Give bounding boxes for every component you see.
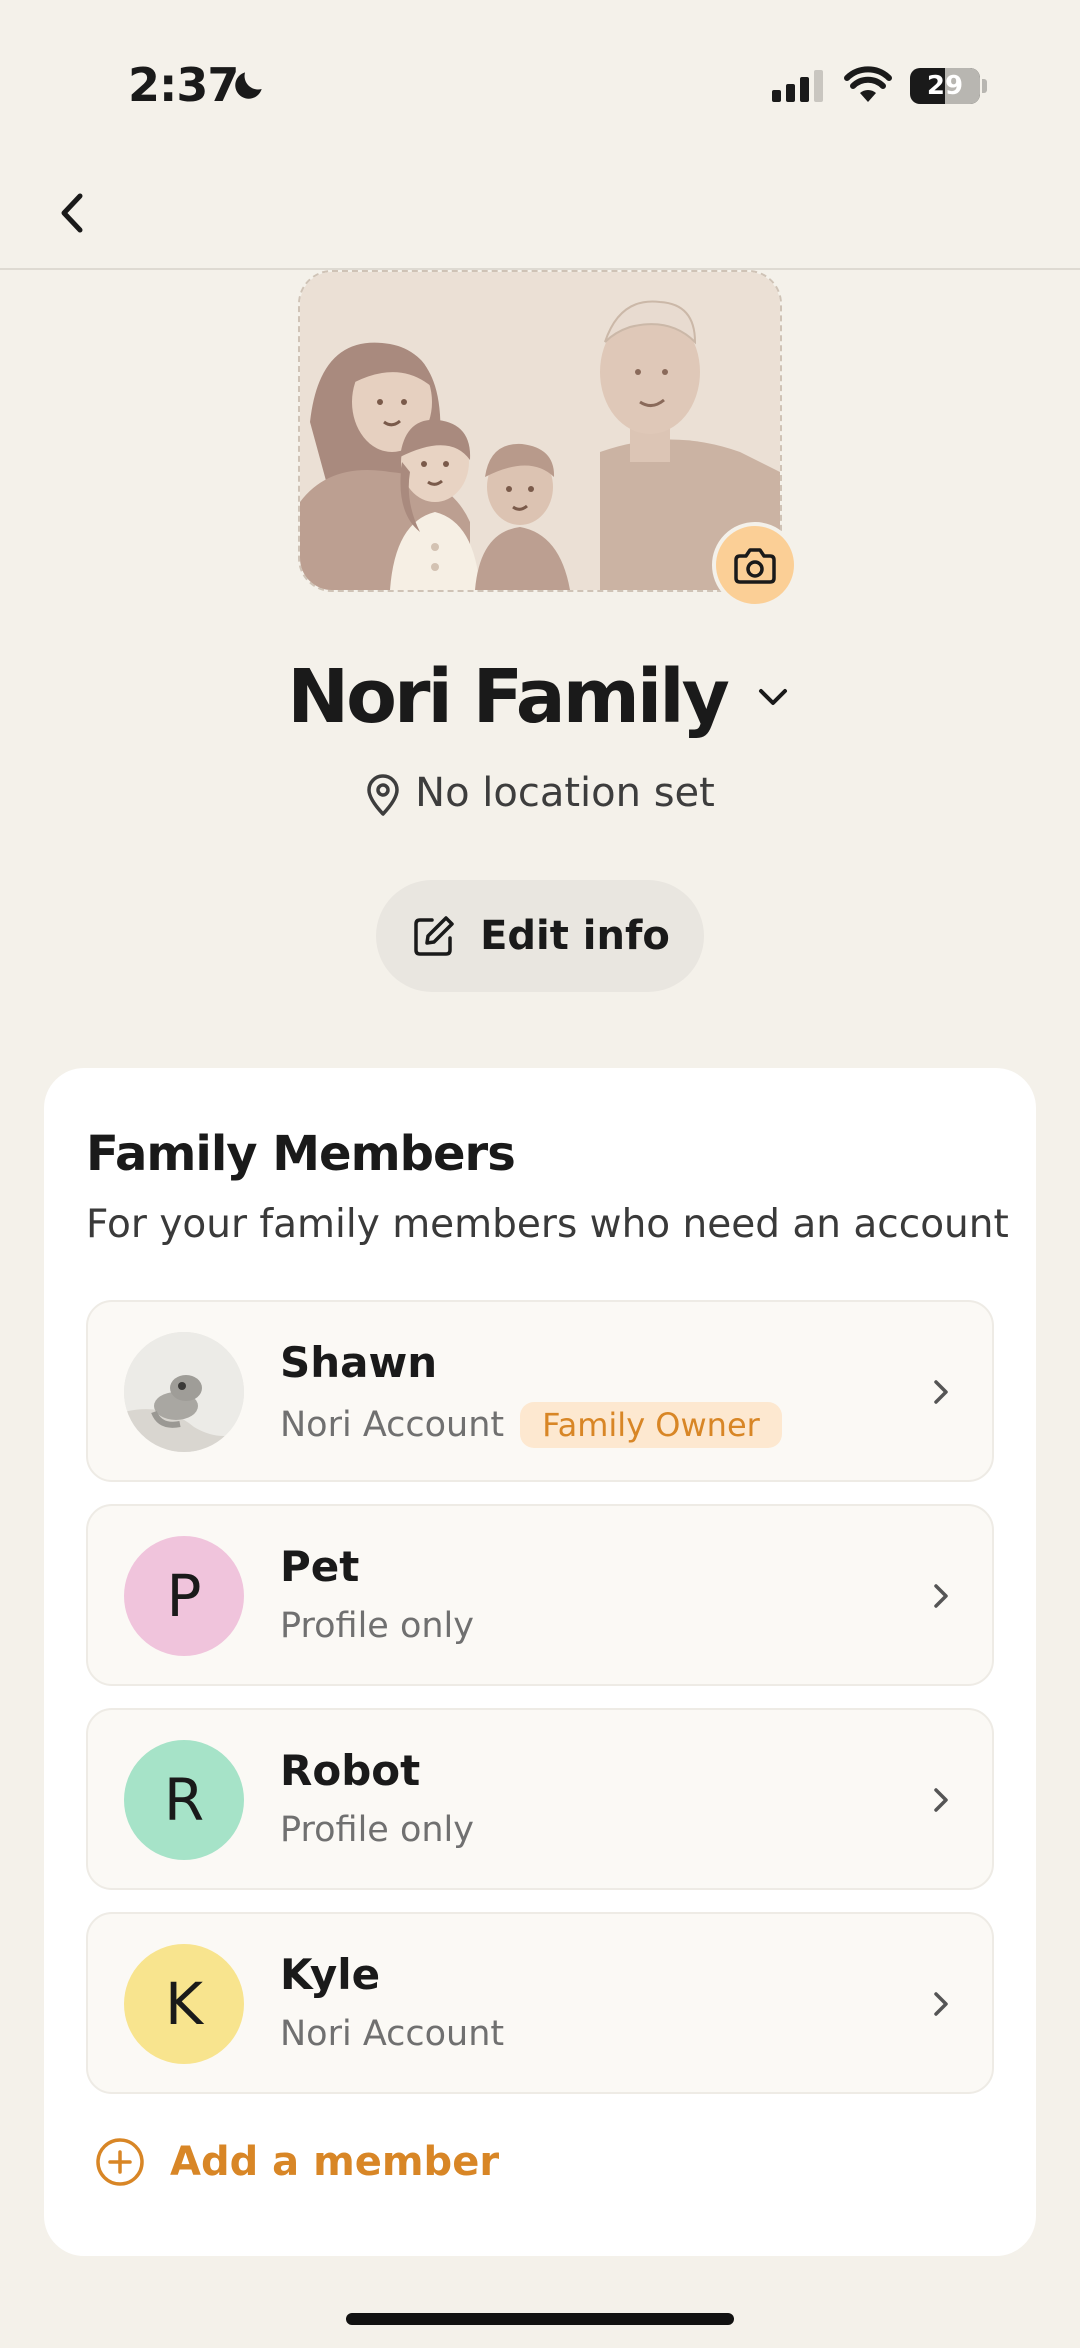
member-subtitle: Nori Account [280,2014,505,2054]
member-name: Kyle [280,1950,381,1999]
avatar: R [124,1740,244,1860]
edit-info-button[interactable]: Edit info [376,880,704,992]
member-subtitle: Nori Account Family Owner [280,1402,782,1448]
family-illustration-image [300,272,780,590]
member-row-pet[interactable]: P Pet Profile only [86,1504,994,1686]
edit-icon [414,916,454,956]
chevron-down-icon [758,689,787,706]
card-subtitle: For your family members who need an acco… [86,1202,1009,1247]
card-title: Family Members [86,1126,516,1182]
status-bar: 2:37 29 [0,0,1080,175]
avatar: K [124,1944,244,2064]
camera-icon [734,548,776,584]
member-name: Robot [280,1746,421,1795]
member-row-shawn[interactable]: Shawn Nori Account Family Owner [86,1300,994,1482]
member-row-robot[interactable]: R Robot Profile only [86,1708,994,1890]
chevron-right-icon [934,1584,948,1608]
member-subtitle: Profile only [280,1810,474,1850]
wifi-icon [844,66,892,102]
member-subtitle: Profile only [280,1606,474,1646]
member-name: Shawn [280,1338,438,1387]
chevron-right-icon [934,1380,948,1404]
location-pin-icon [367,774,399,816]
change-photo-button[interactable] [712,522,798,608]
chevron-left-icon [61,193,83,233]
member-row-kyle[interactable]: K Kyle Nori Account [86,1912,994,2094]
member-name: Pet [280,1542,360,1591]
battery-level: 29 [926,71,964,101]
chevron-right-icon [934,1992,948,2016]
location-text: No location set [415,770,715,816]
signal-icon [772,70,823,102]
plus-circle-icon [96,2138,144,2186]
status-time: 2:37 [128,58,239,112]
chevron-right-icon [934,1788,948,1812]
add-member-label: Add a member [170,2139,500,2185]
moon-icon [235,72,262,99]
family-name: Nori Family [287,654,730,741]
edit-info-label: Edit info [480,913,670,959]
back-button[interactable] [48,178,108,248]
avatar-photo [124,1332,244,1452]
add-member-button[interactable]: Add a member [94,2136,499,2188]
family-name-selector[interactable]: Nori Family [0,650,1080,740]
family-owner-badge: Family Owner [520,1402,782,1448]
home-indicator[interactable] [346,2313,734,2325]
family-illustration[interactable] [298,270,782,592]
battery-icon: 29 [910,68,980,104]
family-members-card: Family Members For your family members w… [44,1068,1036,2256]
avatar [124,1332,244,1452]
location-row: No location set [0,770,1080,817]
avatar: P [124,1536,244,1656]
